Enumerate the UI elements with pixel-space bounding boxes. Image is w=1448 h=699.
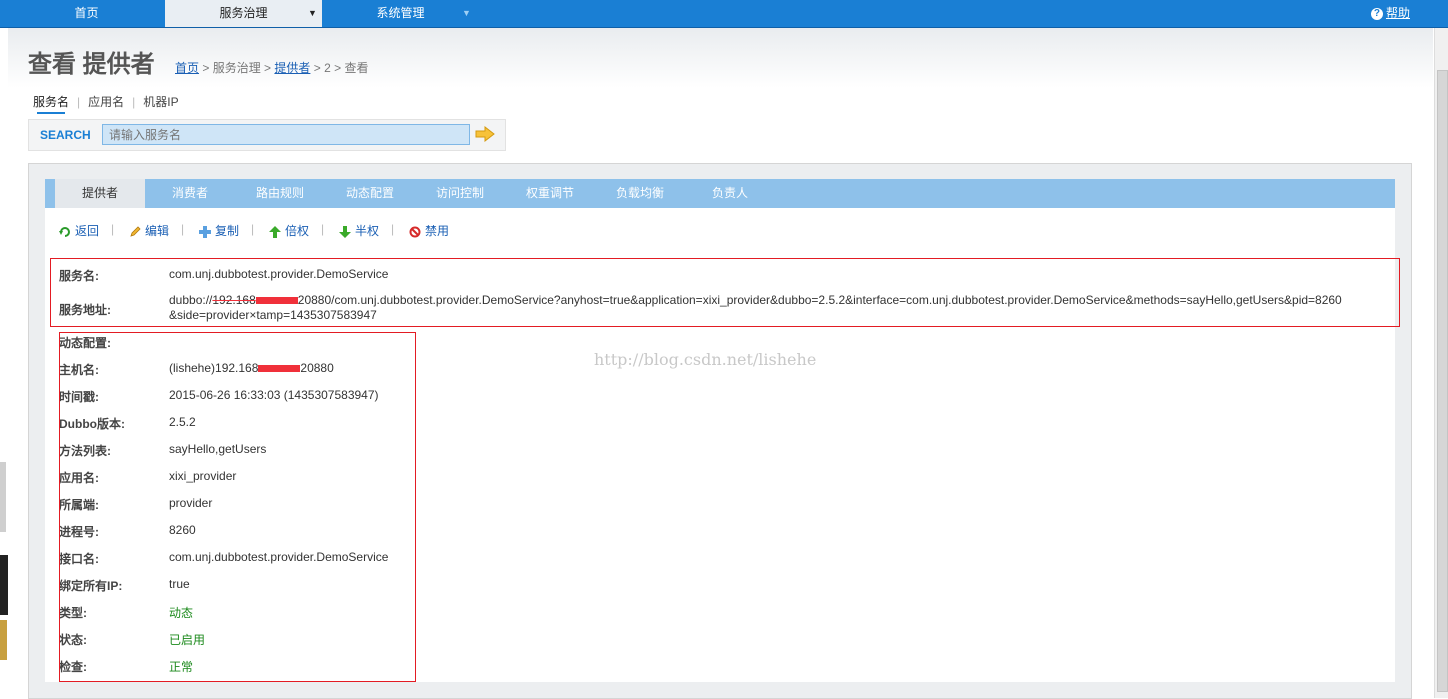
tab-routes[interactable]: 路由规则: [235, 179, 325, 208]
arrow-up-icon: [269, 225, 281, 238]
back-icon: [59, 226, 70, 237]
breadcrumb-governance: 服务治理: [212, 61, 261, 75]
scrollbar-thumb[interactable]: [1437, 70, 1448, 692]
breadcrumb-separator: >: [260, 61, 275, 75]
arrow-right-icon[interactable]: [475, 126, 495, 142]
pencil-icon: [130, 226, 141, 237]
header-band: [8, 28, 1433, 88]
breadcrumb-current: 查看: [344, 61, 369, 75]
nav-service-governance-label: 服务治理: [219, 6, 268, 20]
breadcrumb-separator: >: [199, 61, 213, 75]
toolbar-separator: |: [251, 222, 255, 236]
breadcrumb-separator: >: [330, 61, 345, 75]
chevron-down-icon: ▼: [308, 8, 317, 18]
breadcrumb-separator: >: [310, 61, 325, 75]
toolbar-separator: |: [391, 222, 395, 236]
disable-label: 禁用: [425, 224, 450, 238]
arrow-down-icon: [339, 225, 351, 238]
toolbar-separator: |: [181, 222, 185, 236]
tab-providers[interactable]: 提供者: [55, 179, 145, 208]
tab-consumers[interactable]: 消费者: [145, 179, 235, 208]
search-box: SEARCH: [28, 119, 506, 151]
chevron-down-icon: ▼: [462, 8, 471, 18]
breadcrumb-home[interactable]: 首页: [175, 61, 199, 75]
page-title: 查看 提供者: [28, 51, 155, 78]
toolbar-separator: |: [111, 222, 115, 236]
disable-button[interactable]: 禁用: [409, 222, 449, 239]
search-tab-service[interactable]: 服务名: [33, 95, 69, 109]
double-weight-button[interactable]: 倍权: [269, 222, 309, 239]
top-nav: 首页 服务治理 ▼ 系统管理 ▼ ? 帮助: [0, 0, 1448, 28]
search-input[interactable]: [102, 124, 470, 145]
back-button[interactable]: 返回: [59, 222, 99, 239]
toolbar-separator: |: [321, 222, 325, 236]
breadcrumb-providers[interactable]: 提供者: [274, 61, 310, 75]
help-icon: ?: [1370, 7, 1383, 20]
nav-service-governance[interactable]: 服务治理 ▼: [165, 0, 322, 27]
nav-system-management[interactable]: 系统管理 ▼: [322, 0, 479, 27]
highlight-box-details: [59, 332, 416, 682]
search-scope-tabs: 服务名 | 应用名 | 机器IP: [33, 95, 179, 109]
edit-label: 编辑: [145, 224, 170, 238]
edit-button[interactable]: 编辑: [129, 222, 169, 239]
double-weight-label: 倍权: [285, 224, 310, 238]
plus-icon: [199, 225, 211, 238]
tab-access-control[interactable]: 访问控制: [415, 179, 505, 208]
search-tab-application[interactable]: 应用名: [88, 95, 124, 109]
half-weight-label: 半权: [355, 224, 380, 238]
back-label: 返回: [75, 224, 100, 238]
scrollbar[interactable]: [1434, 28, 1448, 698]
half-weight-button[interactable]: 半权: [339, 222, 379, 239]
tab-bar: 提供者 消费者 路由规则 动态配置 访问控制 权重调节 负载均衡 负责人: [45, 179, 1395, 208]
search-tab-ip[interactable]: 机器IP: [143, 95, 178, 109]
nav-home[interactable]: 首页: [8, 0, 165, 27]
search-label: SEARCH: [40, 128, 91, 142]
left-edge-strip: [0, 462, 6, 532]
tab-load-balance[interactable]: 负载均衡: [595, 179, 685, 208]
nav-system-management-label: 系统管理: [376, 6, 425, 20]
breadcrumb-id: 2: [324, 61, 331, 75]
left-edge-strip: [0, 620, 7, 660]
copy-label: 复制: [215, 224, 240, 238]
copy-button[interactable]: 复制: [199, 222, 239, 239]
tab-dynamic-config[interactable]: 动态配置: [325, 179, 415, 208]
help-link[interactable]: ? 帮助: [1370, 0, 1410, 27]
help-label[interactable]: 帮助: [1386, 6, 1410, 20]
tab-weight[interactable]: 权重调节: [505, 179, 595, 208]
watermark: http://blog.csdn.net/lishehe: [594, 350, 817, 369]
highlight-box-address: [50, 258, 1400, 327]
block-icon: [409, 226, 421, 238]
breadcrumb: 首页 > 服务治理 > 提供者 > 2 > 查看: [175, 59, 369, 76]
left-edge-strip: [0, 555, 8, 615]
tab-owners[interactable]: 负责人: [685, 179, 775, 208]
